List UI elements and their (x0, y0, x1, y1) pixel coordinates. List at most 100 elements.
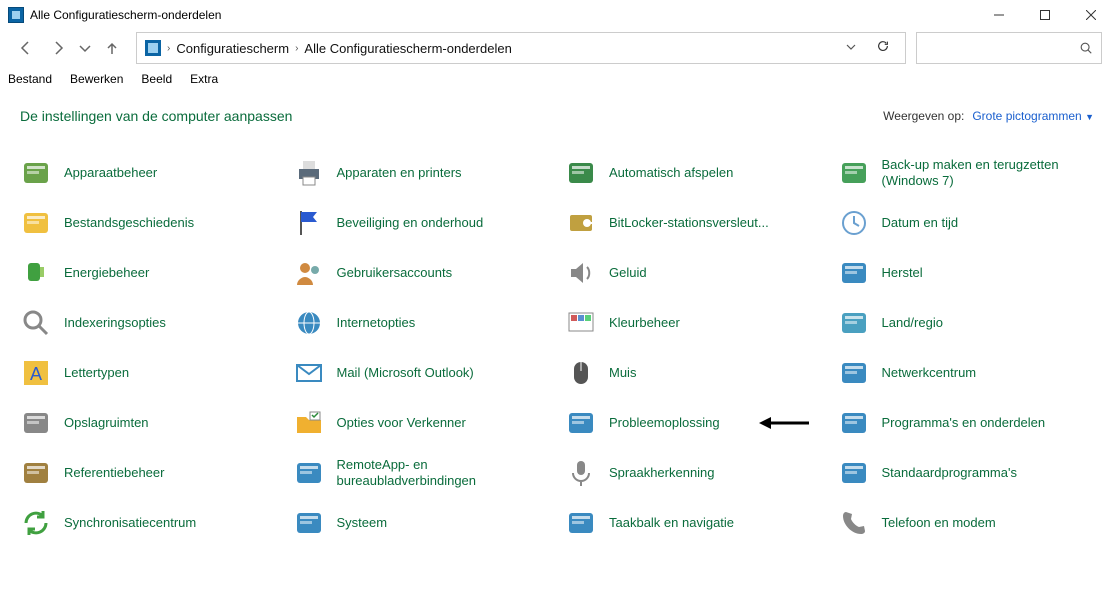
control-panel-item-speech[interactable]: Spraakherkenning (561, 454, 826, 492)
up-button[interactable] (98, 34, 126, 62)
item-label: Herstel (882, 265, 923, 281)
recent-dropdown[interactable] (76, 34, 94, 62)
speaker-icon (565, 257, 597, 289)
item-label: Mail (Microsoft Outlook) (337, 365, 474, 381)
programs-icon (838, 407, 870, 439)
address-bar[interactable]: › Configuratiescherm › Alle Configuratie… (136, 32, 906, 64)
control-panel-item-credentials[interactable]: Referentiebeheer (16, 454, 281, 492)
search-input[interactable] (916, 32, 1102, 64)
item-label: Bestandsgeschiedenis (64, 215, 194, 231)
control-panel-item-device-manager[interactable]: Apparaatbeheer (16, 154, 281, 192)
control-panel-item-remoteapp[interactable]: RemoteApp- en bureaubladverbindingen (289, 454, 554, 492)
control-panel-item-phone-modem[interactable]: Telefoon en modem (834, 504, 1099, 542)
item-label: Indexeringsopties (64, 315, 166, 331)
control-panel-item-autoplay[interactable]: Automatisch afspelen (561, 154, 826, 192)
control-panel-item-network[interactable]: Netwerkcentrum (834, 354, 1099, 392)
item-label: RemoteApp- en bureaubladverbindingen (337, 457, 517, 490)
control-panel-item-devices-printers[interactable]: Apparaten en printers (289, 154, 554, 192)
control-panel-item-system[interactable]: Systeem (289, 504, 554, 542)
menu-file[interactable]: Bestand (8, 72, 52, 86)
maximize-button[interactable] (1022, 0, 1068, 30)
mic-icon (565, 457, 597, 489)
control-panel-item-user-accounts[interactable]: Gebruikersaccounts (289, 254, 554, 292)
control-panel-item-storage-spaces[interactable]: Opslagruimten (16, 404, 281, 442)
remote-icon (293, 457, 325, 489)
control-panel-item-date-time[interactable]: Datum en tijd (834, 204, 1099, 242)
mail-icon (293, 357, 325, 389)
page-title: De instellingen van de computer aanpasse… (20, 108, 292, 124)
breadcrumb-current[interactable]: Alle Configuratiescherm-onderdelen (304, 41, 511, 56)
item-label: Internetopties (337, 315, 416, 331)
control-panel-item-power[interactable]: Energiebeheer (16, 254, 281, 292)
minimize-button[interactable] (976, 0, 1022, 30)
svg-text:A: A (30, 364, 42, 384)
system-icon (293, 507, 325, 539)
control-panel-item-programs[interactable]: Programma's en onderdelen (834, 404, 1099, 442)
refresh-button[interactable] (869, 39, 897, 58)
control-panel-item-bitlocker[interactable]: BitLocker-stationsversleut... (561, 204, 826, 242)
mouse-icon (565, 357, 597, 389)
menu-edit[interactable]: Bewerken (70, 72, 123, 86)
search-icon (1079, 41, 1093, 55)
address-dropdown[interactable] (839, 39, 863, 57)
item-label: Standaardprogramma's (882, 465, 1017, 481)
chevron-down-icon: ▼ (1085, 112, 1094, 122)
item-label: Land/regio (882, 315, 943, 331)
forward-button[interactable] (44, 34, 72, 62)
close-button[interactable] (1068, 0, 1114, 30)
item-label: Energiebeheer (64, 265, 149, 281)
item-label: Telefoon en modem (882, 515, 996, 531)
control-panel-item-region[interactable]: Land/regio (834, 304, 1099, 342)
chevron-right-icon[interactable]: › (167, 43, 170, 54)
item-label: Apparaatbeheer (64, 165, 157, 181)
folder-options-icon (293, 407, 325, 439)
control-panel-item-security[interactable]: Beveiliging en onderhoud (289, 204, 554, 242)
default-programs-icon (838, 457, 870, 489)
window-controls (976, 0, 1114, 30)
item-label: Netwerkcentrum (882, 365, 977, 381)
fonts-icon: A (20, 357, 52, 389)
control-panel-item-sound[interactable]: Geluid (561, 254, 826, 292)
sync-icon (20, 507, 52, 539)
item-label: Referentiebeheer (64, 465, 164, 481)
control-panel-item-sync[interactable]: Synchronisatiecentrum (16, 504, 281, 542)
control-panel-item-color[interactable]: Kleurbeheer (561, 304, 826, 342)
control-panel-item-mouse[interactable]: Muis (561, 354, 826, 392)
item-label: Automatisch afspelen (609, 165, 733, 181)
control-panel-item-indexing[interactable]: Indexeringsopties (16, 304, 281, 342)
view-label: Weergeven op: (883, 109, 964, 123)
control-panel-item-default-programs[interactable]: Standaardprogramma's (834, 454, 1099, 492)
control-panel-item-taskbar[interactable]: Taakbalk en navigatie (561, 504, 826, 542)
view-mode-dropdown[interactable]: Grote pictogrammen ▼ (972, 109, 1094, 123)
back-button[interactable] (12, 34, 40, 62)
phone-icon (838, 507, 870, 539)
chevron-right-icon[interactable]: › (295, 43, 298, 54)
control-panel-item-explorer-options[interactable]: Opties voor Verkenner (289, 404, 554, 442)
control-panel-item-backup[interactable]: Back-up maken en terugzetten (Windows 7) (834, 154, 1099, 192)
item-label: Taakbalk en navigatie (609, 515, 734, 531)
printer-icon (293, 157, 325, 189)
storage-icon (20, 407, 52, 439)
control-panel-item-file-history[interactable]: Bestandsgeschiedenis (16, 204, 281, 242)
item-label: Systeem (337, 515, 388, 531)
breadcrumb-root[interactable]: Configuratiescherm (176, 41, 289, 56)
menu-view[interactable]: Beeld (141, 72, 172, 86)
control-panel-item-internet-options[interactable]: Internetopties (289, 304, 554, 342)
item-label: Muis (609, 365, 636, 381)
control-panel-item-recovery[interactable]: Herstel (834, 254, 1099, 292)
item-label: Opslagruimten (64, 415, 149, 431)
view-selector: Weergeven op: Grote pictogrammen ▼ (883, 109, 1094, 123)
item-label: Spraakherkenning (609, 465, 715, 481)
taskbar-icon (565, 507, 597, 539)
control-panel-item-troubleshoot[interactable]: Probleemoplossing (561, 404, 826, 442)
troubleshoot-icon (565, 407, 597, 439)
safe-icon (20, 457, 52, 489)
users-icon (293, 257, 325, 289)
menu-extra[interactable]: Extra (190, 72, 218, 86)
control-panel-item-fonts[interactable]: A Lettertypen (16, 354, 281, 392)
autoplay-icon (565, 157, 597, 189)
item-label: Apparaten en printers (337, 165, 462, 181)
item-label: Lettertypen (64, 365, 129, 381)
item-label: Back-up maken en terugzetten (Windows 7) (882, 157, 1062, 190)
control-panel-item-mail[interactable]: Mail (Microsoft Outlook) (289, 354, 554, 392)
